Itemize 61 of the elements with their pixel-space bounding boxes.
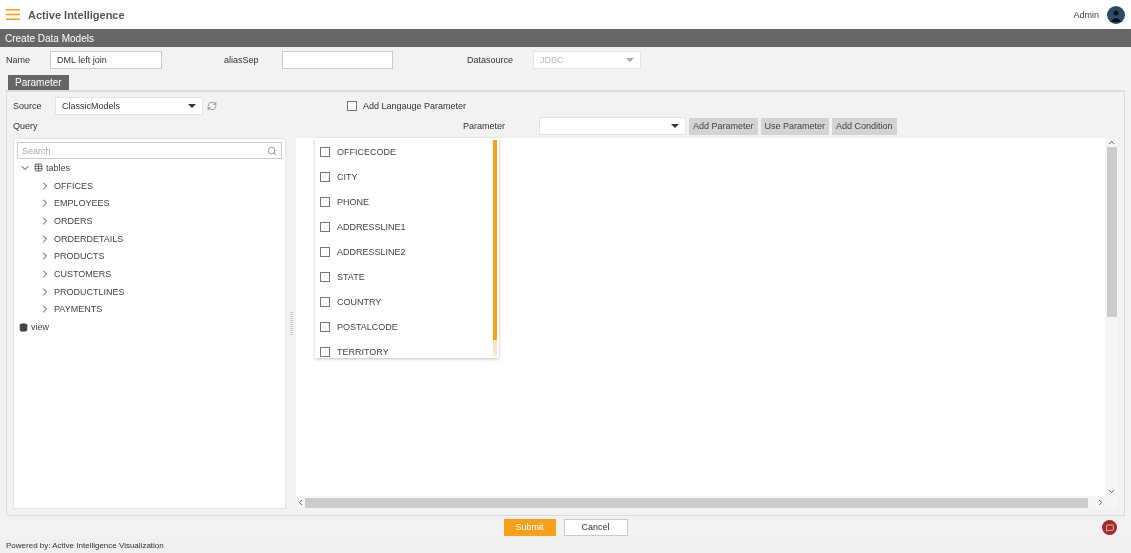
field-label: Parameter (463, 121, 507, 131)
scroll-right-icon[interactable] (1096, 498, 1105, 507)
column-label[interactable]: COUNTRY (337, 297, 382, 308)
checkbox-label: Add Langauge Parameter (363, 101, 467, 111)
tree-item[interactable]: CUSTOMERS (54, 268, 112, 279)
scroll-up-icon[interactable] (1107, 138, 1116, 147)
alias-field[interactable] (282, 51, 393, 69)
field-label: Source (13, 101, 43, 111)
scroll-left-icon[interactable] (296, 498, 305, 507)
field-label: Datasource (467, 55, 515, 65)
tree-item[interactable]: view (31, 322, 49, 333)
field-label: aliasSep (224, 55, 260, 65)
app-title: Active Intelligence (28, 8, 126, 21)
tree-item[interactable]: tables (46, 162, 71, 173)
checkbox[interactable] (320, 322, 330, 333)
splitter-handle[interactable] (289, 311, 293, 336)
tree-item[interactable]: EMPLOYEES (54, 198, 110, 209)
toolbar-button[interactable]: Use Parameter (760, 117, 830, 135)
column-label[interactable]: CITY (337, 171, 358, 182)
checkbox[interactable] (320, 246, 330, 257)
table-icon (34, 163, 43, 173)
checkbox[interactable] (320, 196, 330, 207)
tree-item[interactable]: ORDERDETAILS (54, 233, 124, 244)
tree-item[interactable]: OFFICES (54, 180, 93, 191)
checkbox[interactable] (347, 101, 357, 111)
search-icon[interactable] (267, 145, 277, 156)
checkbox[interactable] (320, 146, 330, 157)
checkbox[interactable] (320, 272, 330, 282)
tree-item[interactable]: ORDERS (54, 215, 93, 226)
checkbox[interactable] (320, 297, 330, 308)
tree-item[interactable]: PAYMENTS (54, 304, 103, 315)
footer-text: Powered by: Active Intelligence Visualization (6, 541, 164, 550)
refresh-icon[interactable] (207, 101, 217, 111)
column-label[interactable]: ADDRESSLINE1 (337, 221, 406, 232)
scroll-down-icon[interactable] (1107, 487, 1116, 496)
field-label: Query (13, 121, 39, 131)
column-label[interactable]: PHONE (337, 196, 369, 207)
page-title: Create Data Models (5, 32, 94, 44)
checkbox[interactable] (320, 221, 330, 232)
source-select[interactable]: ClassicModels (55, 97, 203, 115)
chat-icon[interactable] (1102, 520, 1117, 535)
cancel-button[interactable]: Cancel (563, 518, 628, 536)
column-label[interactable]: ADDRESSLINE2 (337, 246, 406, 257)
user-name[interactable]: Admin (1073, 9, 1099, 20)
column-label[interactable]: OFFICECODE (337, 146, 396, 157)
menu-icon[interactable] (6, 9, 20, 20)
tree-item[interactable]: PRODUCTLINES (54, 286, 125, 297)
avatar-icon[interactable] (1107, 5, 1125, 24)
scrollbar-thumb[interactable] (493, 140, 497, 340)
field-label: Name (6, 55, 31, 65)
toolbar-button[interactable]: Add Condition (832, 117, 897, 135)
tab[interactable]: Parameter (8, 75, 69, 90)
name-field[interactable]: DML left join (50, 51, 162, 69)
column-label[interactable]: STATE (337, 272, 365, 282)
column-label[interactable]: POSTALCODE (337, 322, 398, 333)
database-icon (19, 322, 28, 332)
column-label[interactable]: TERRITORY (337, 347, 389, 358)
checkbox[interactable] (320, 171, 330, 182)
checkbox[interactable] (320, 347, 330, 358)
toolbar-button[interactable]: Add Parameter (689, 117, 758, 135)
tree-item[interactable]: PRODUCTS (54, 251, 105, 262)
